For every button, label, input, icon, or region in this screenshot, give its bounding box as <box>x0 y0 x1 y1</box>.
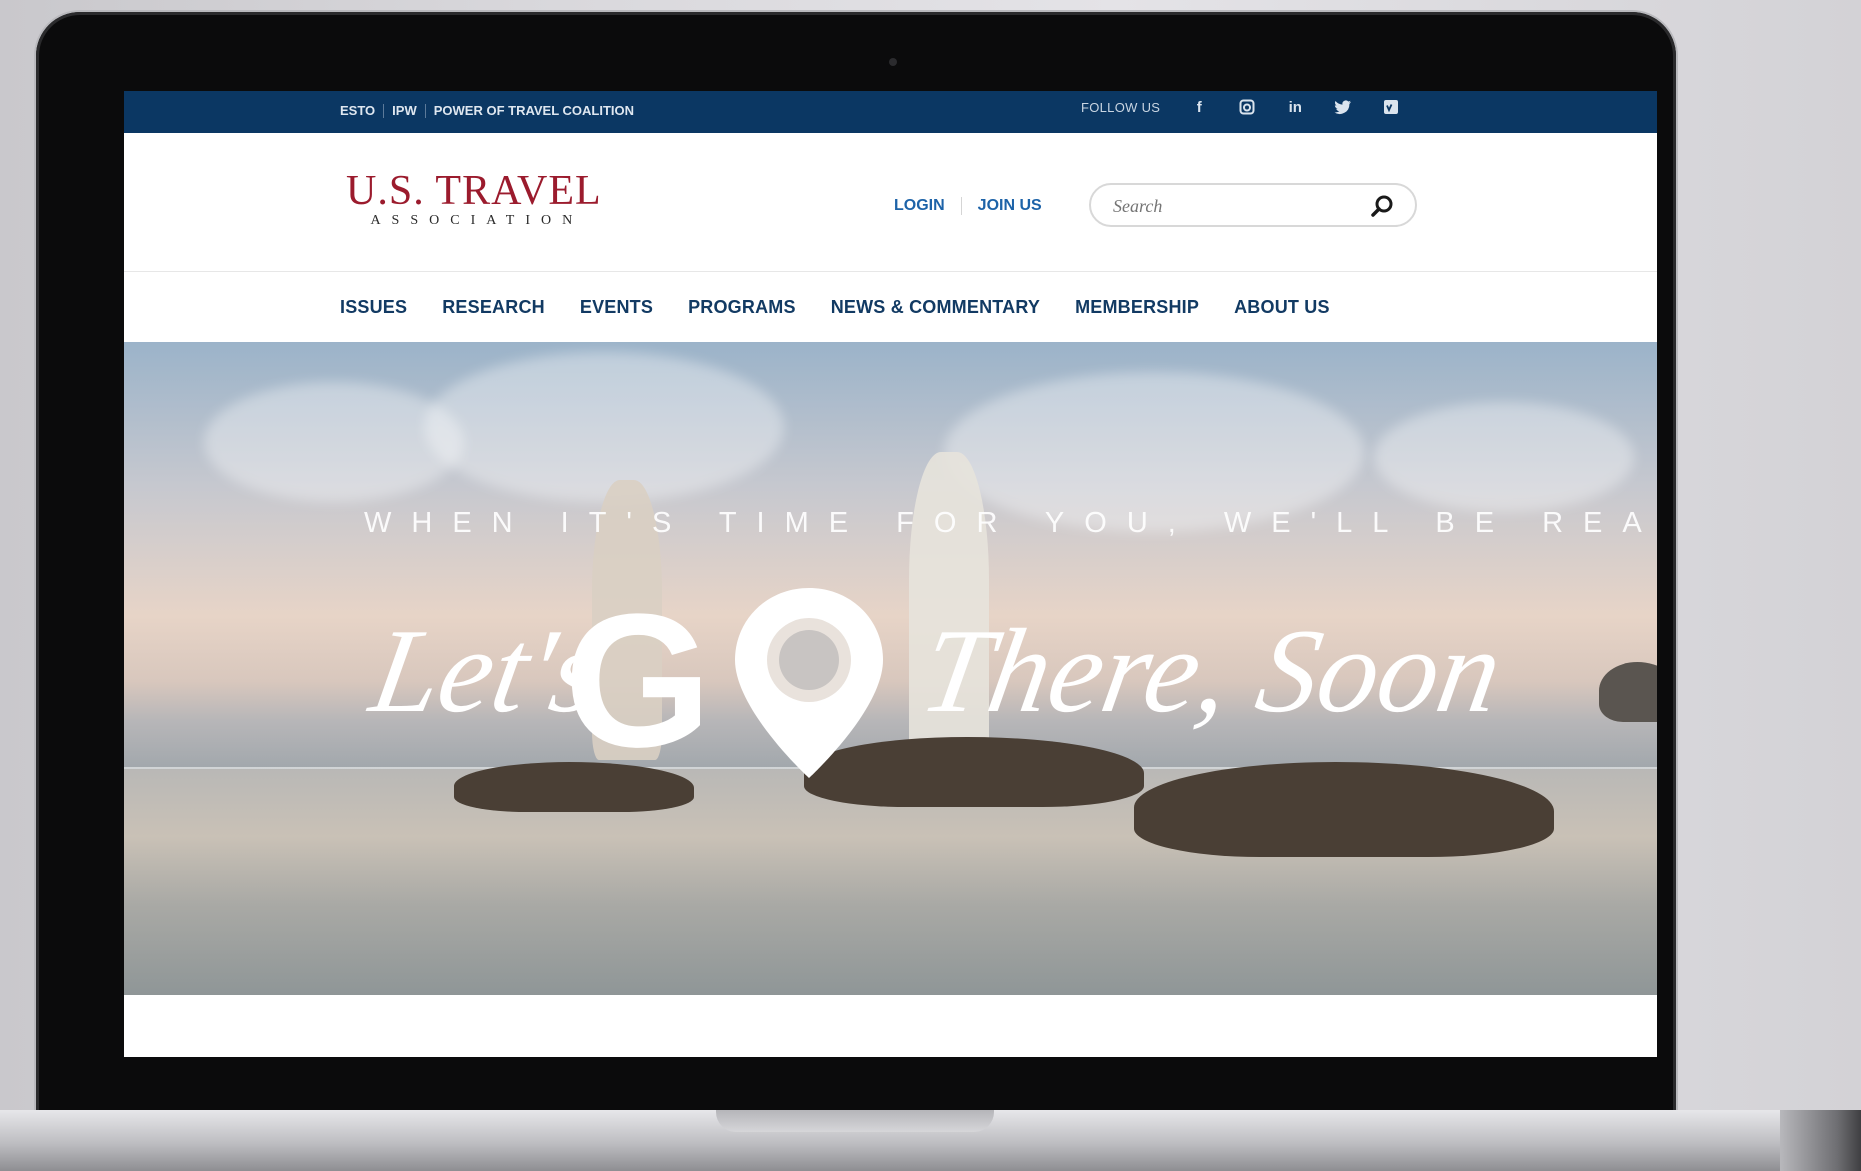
cloud-shape <box>424 352 784 502</box>
nav-news-commentary[interactable]: NEWS & COMMENTARY <box>831 297 1040 318</box>
map-pin-icon <box>735 588 883 778</box>
headline-go: G <box>564 575 712 787</box>
laptop-base-edge <box>1780 1110 1861 1171</box>
cloud-shape <box>204 382 464 502</box>
site-logo[interactable]: U.S. TRAVEL ASSOCIATION <box>346 169 602 229</box>
nav-programs[interactable]: PROGRAMS <box>688 297 796 318</box>
login-link[interactable]: LOGIN <box>894 197 962 215</box>
follow-label: FOLLOW US <box>1081 99 1161 115</box>
laptop-notch <box>716 1110 994 1132</box>
link-esto[interactable]: ESTO <box>340 104 385 118</box>
site-header: U.S. TRAVEL ASSOCIATION LOGIN JOIN US <box>124 133 1657 272</box>
auth-links: LOGIN JOIN US <box>894 197 1042 215</box>
headline-there-soon: There, Soon <box>912 604 1512 737</box>
browser-screen: ESTO IPW POWER OF TRAVEL COALITION FOLLO… <box>124 91 1657 1057</box>
search-input[interactable] <box>1111 194 1355 218</box>
nav-research[interactable]: RESEARCH <box>442 297 545 318</box>
link-power-of-travel[interactable]: POWER OF TRAVEL COALITION <box>426 104 642 118</box>
camera-icon <box>889 58 897 66</box>
nav-issues[interactable]: ISSUES <box>340 297 407 318</box>
laptop-frame: ESTO IPW POWER OF TRAVEL COALITION FOLLO… <box>36 12 1676 1127</box>
cloud-shape <box>1374 402 1634 512</box>
utility-bar: ESTO IPW POWER OF TRAVEL COALITION FOLLO… <box>124 91 1657 133</box>
main-nav: ISSUES RESEARCH EVENTS PROGRAMS NEWS & C… <box>124 272 1657 342</box>
follow-us: FOLLOW US f in <box>1081 98 1400 116</box>
nav-events[interactable]: EVENTS <box>580 297 653 318</box>
logo-title: U.S. TRAVEL <box>346 168 602 214</box>
hero-headline: Let's G There, Soon <box>124 575 1657 787</box>
nav-about-us[interactable]: ABOUT US <box>1234 297 1330 318</box>
nav-membership[interactable]: MEMBERSHIP <box>1075 297 1199 318</box>
linkedin-icon[interactable]: in <box>1286 98 1304 116</box>
hero-banner[interactable]: WHEN IT'S TIME FOR YOU, WE'LL BE READY L… <box>124 342 1657 995</box>
search-icon[interactable] <box>1369 193 1395 219</box>
link-ipw[interactable]: IPW <box>384 104 426 118</box>
facebook-icon[interactable]: f <box>1190 98 1208 116</box>
join-us-link[interactable]: JOIN US <box>962 197 1042 215</box>
instagram-icon[interactable] <box>1238 98 1256 116</box>
twitter-icon[interactable] <box>1334 98 1352 116</box>
utility-links: ESTO IPW POWER OF TRAVEL COALITION <box>340 104 642 118</box>
vimeo-icon[interactable] <box>1382 98 1400 116</box>
hero-tagline: WHEN IT'S TIME FOR YOU, WE'LL BE READY <box>364 507 1657 539</box>
logo-subtitle: ASSOCIATION <box>370 213 584 228</box>
search-box <box>1089 183 1417 227</box>
